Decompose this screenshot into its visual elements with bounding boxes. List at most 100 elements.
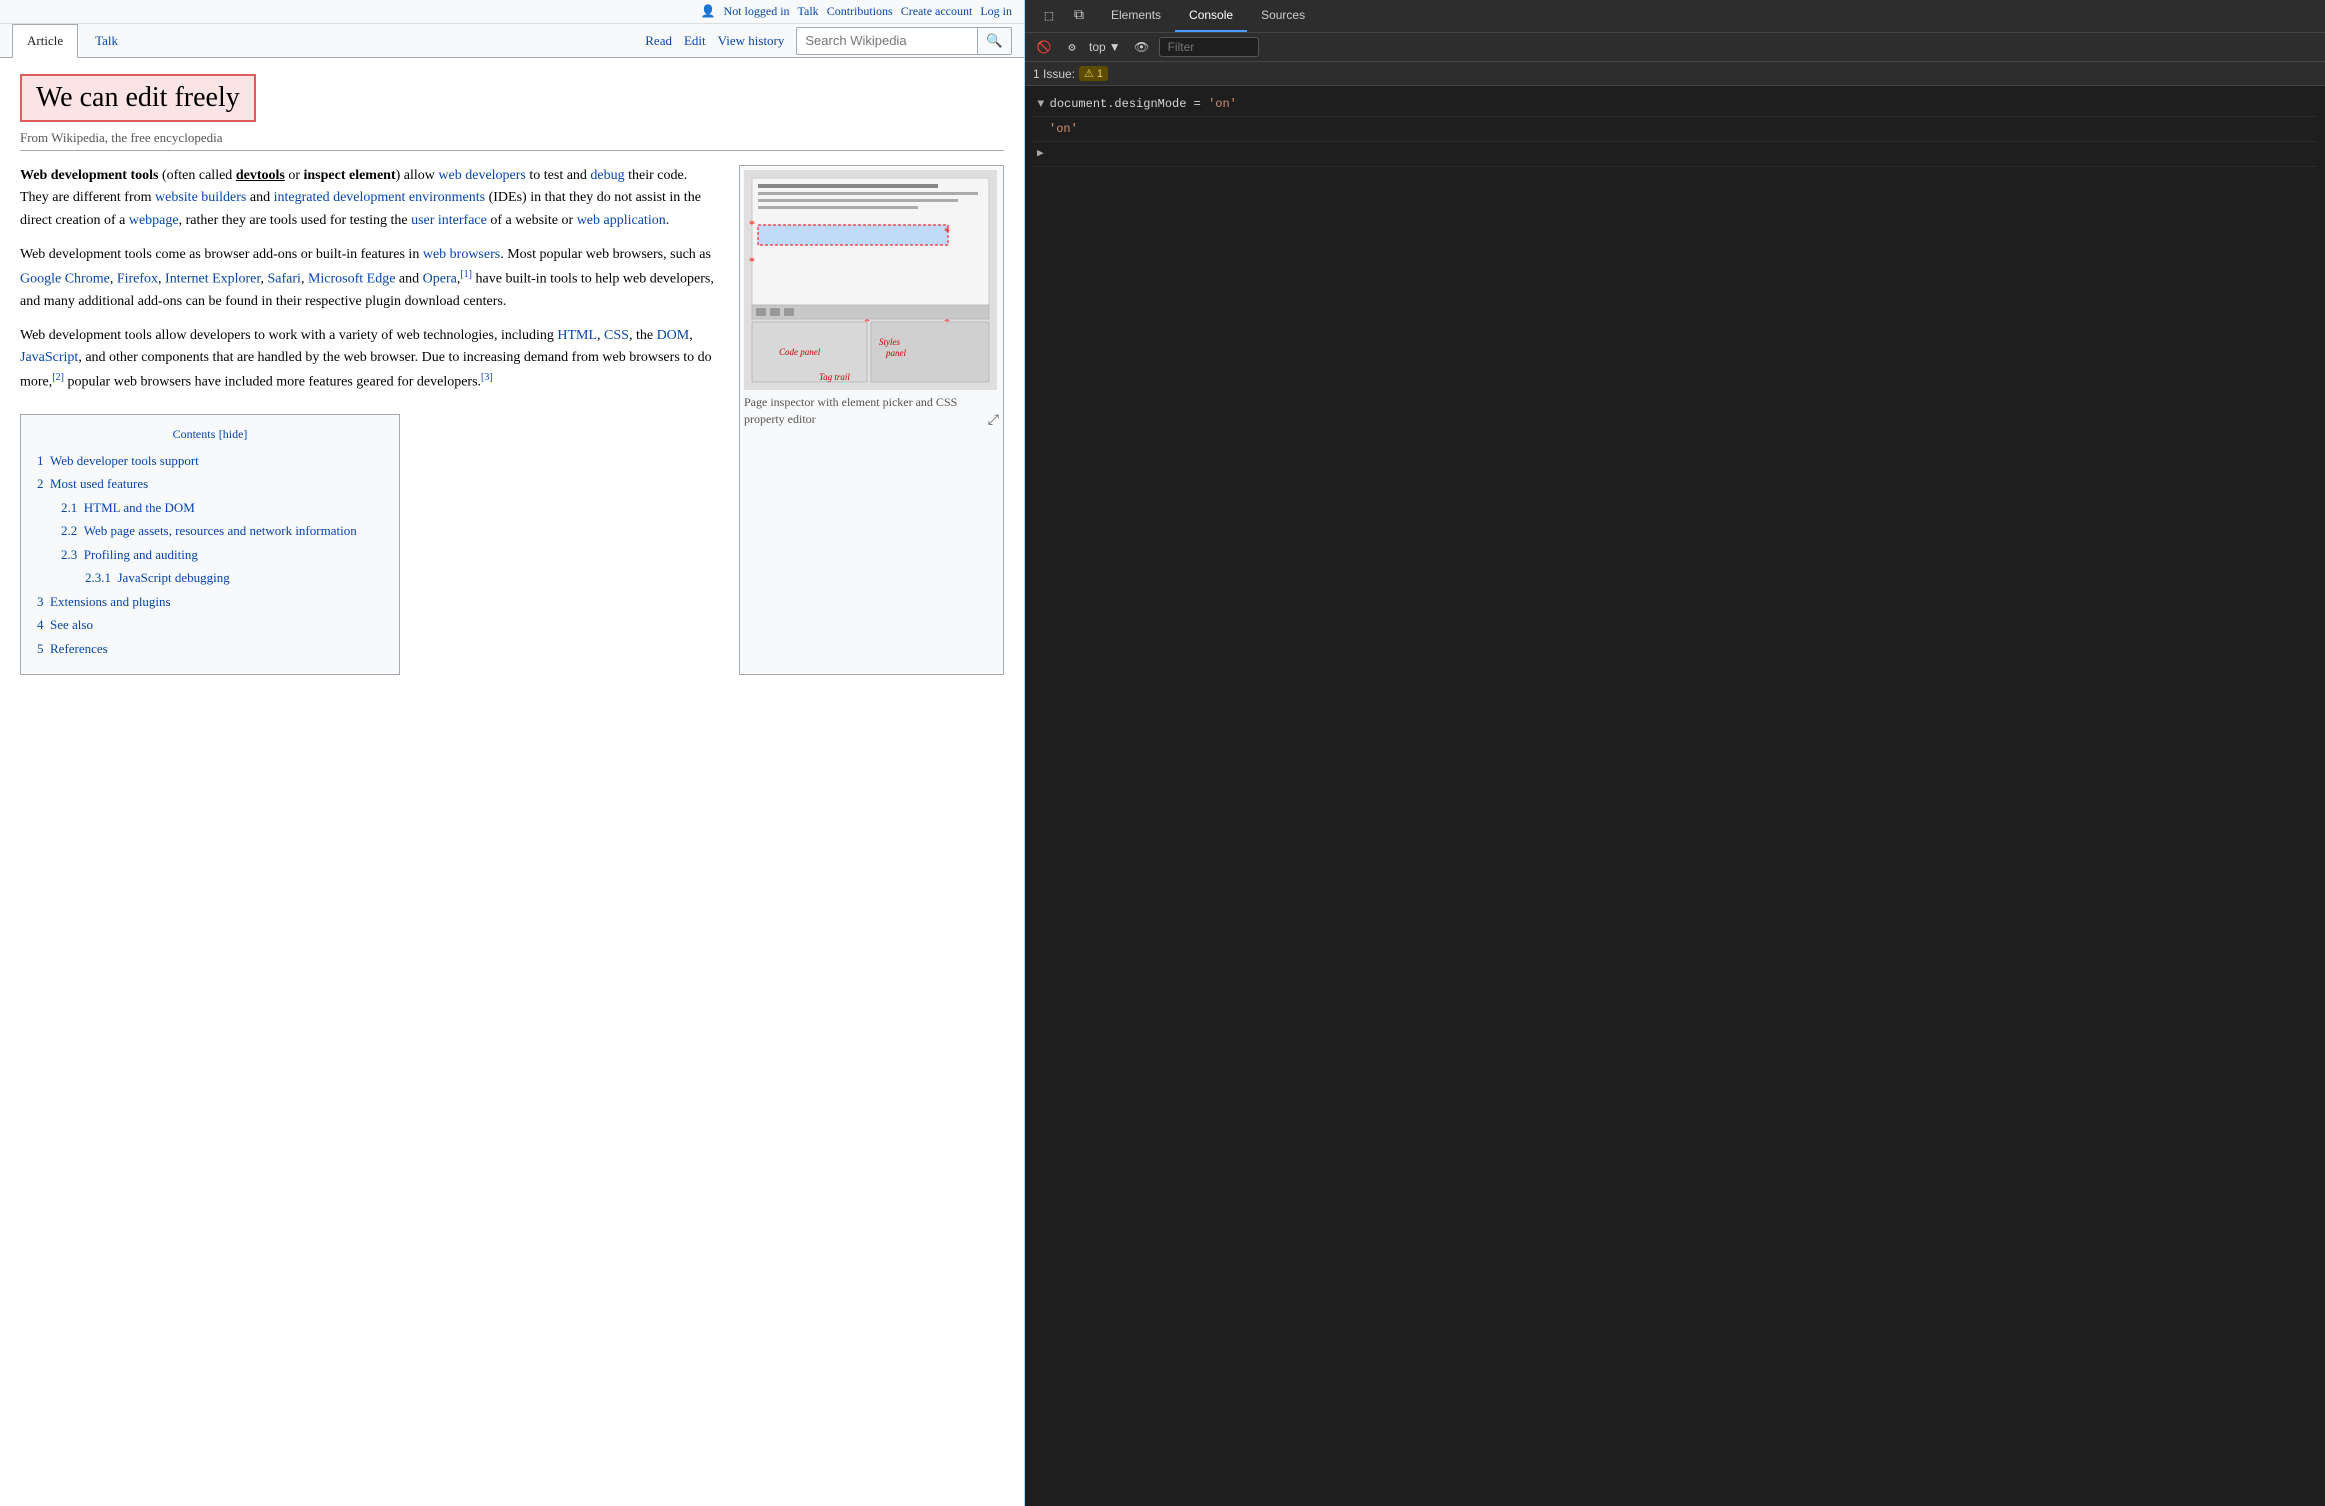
expand-arrow-1[interactable]: ▶ — [1032, 100, 1050, 107]
log-in-link[interactable]: Log in — [980, 4, 1012, 19]
link-ide[interactable]: integrated development environments — [274, 190, 486, 205]
link-opera[interactable]: Opera — [423, 271, 457, 286]
link-chrome[interactable]: Google Chrome — [20, 271, 110, 286]
tab-sources[interactable]: Sources — [1247, 0, 1319, 32]
contents-box: Contents [hide] 1 Web developer tools su… — [20, 414, 400, 676]
dropdown-arrow: ▼ — [1109, 40, 1121, 54]
link-html[interactable]: HTML — [557, 328, 597, 343]
search-button[interactable]: 🔍 — [977, 28, 1011, 54]
devtools-top-toolbar: ⬚ ⧉ Elements Console Sources — [1025, 0, 2325, 33]
list-item: 5 References — [37, 639, 383, 659]
ref-1: [1] — [460, 269, 472, 280]
list-item: 2 Most used features — [37, 474, 383, 494]
not-logged-in-link[interactable]: Not logged in — [724, 4, 790, 19]
link-firefox[interactable]: Firefox — [117, 271, 158, 286]
context-dropdown[interactable]: top ▼ — [1089, 40, 1121, 54]
contents-link-3[interactable]: 3 Extensions and plugins — [37, 594, 171, 609]
edit-link[interactable]: Edit — [684, 33, 706, 49]
create-account-link[interactable]: Create account — [901, 4, 973, 19]
article-image-box: Code panel Styles panel Tag trail * * * … — [739, 165, 1004, 675]
svg-text:Tag trail: Tag trail — [819, 372, 850, 382]
search-input[interactable] — [797, 28, 977, 53]
expand-image-icon[interactable]: ⤢ — [988, 411, 999, 431]
link-css[interactable]: CSS — [604, 328, 629, 343]
issues-bar: 1 Issue: ⚠ 1 — [1025, 62, 2325, 86]
warning-icon: ⚠ — [1084, 67, 1094, 80]
contents-link-23[interactable]: 2.3 Profiling and auditing — [61, 547, 198, 562]
talk-link[interactable]: Talk — [798, 4, 819, 19]
console-line-1: ▶ document.designMode = 'on' — [1033, 92, 2317, 117]
page-title: We can edit freely — [36, 82, 240, 114]
settings-icon[interactable]: ⚙ — [1061, 36, 1083, 58]
view-history-link[interactable]: View history — [718, 33, 785, 49]
expand-arrow-3[interactable]: ▶ — [1037, 145, 1044, 163]
contents-link-21[interactable]: 2.1 HTML and the DOM — [61, 500, 195, 515]
link-js[interactable]: JavaScript — [20, 350, 78, 365]
article-body: Web development tools (often called devt… — [20, 165, 1004, 675]
svg-text:Code panel: Code panel — [779, 347, 821, 357]
link-webapp[interactable]: web application — [577, 213, 666, 228]
issues-label: 1 Issue: — [1033, 67, 1075, 81]
link-ie[interactable]: Internet Explorer — [165, 271, 260, 286]
contents-link-1[interactable]: 1 Web developer tools support — [37, 453, 199, 468]
wikipedia-panel: 👤 Not logged in Talk Contributions Creat… — [0, 0, 1025, 1506]
contents-link-231[interactable]: 2.3.1 JavaScript debugging — [85, 570, 230, 585]
list-item: 4 See also — [37, 615, 383, 635]
tab-elements[interactable]: Elements — [1097, 0, 1175, 32]
svg-text:*: * — [749, 217, 755, 231]
list-item: 1 Web developer tools support — [37, 451, 383, 471]
wiki-content: We can edit freely From Wikipedia, the f… — [0, 58, 1024, 1506]
link-web-browsers[interactable]: web browsers — [423, 247, 500, 262]
svg-text:Styles: Styles — [879, 337, 900, 347]
clear-console-icon[interactable]: 🚫 — [1033, 36, 1055, 58]
link-debug[interactable]: debug — [590, 168, 624, 183]
contents-title: Contents [hide] — [37, 427, 383, 443]
link-webpage[interactable]: webpage — [129, 213, 179, 228]
svg-text:panel: panel — [885, 348, 906, 358]
page-title-wrapper: We can edit freely — [20, 74, 256, 122]
article-text: Web development tools (often called devt… — [20, 165, 719, 675]
user-icon: 👤 — [701, 4, 716, 19]
search-box: 🔍 — [796, 27, 1012, 55]
image-caption: Page inspector with element picker and C… — [744, 394, 999, 428]
top-bar: 👤 Not logged in Talk Contributions Creat… — [0, 0, 1024, 24]
link-safari[interactable]: Safari — [268, 271, 301, 286]
read-link[interactable]: Read — [645, 33, 672, 49]
contents-list: 1 Web developer tools support 2 Most use… — [37, 451, 383, 659]
contents-link-5[interactable]: 5 References — [37, 641, 108, 656]
tab-bar: Article Talk Read Edit View history 🔍 — [0, 24, 1024, 58]
list-item: 2.2 Web page assets, resources and netwo… — [61, 521, 383, 541]
paragraph-3: Web development tools allow developers t… — [20, 325, 719, 394]
context-label: top — [1089, 40, 1106, 54]
devtools-second-toolbar: 🚫 ⚙ top ▼ 👁 — [1025, 33, 2325, 62]
list-item: 2.3.1 JavaScript debugging — [85, 568, 383, 588]
link-dom[interactable]: DOM — [657, 328, 690, 343]
contents-link-2[interactable]: 2 Most used features — [37, 476, 148, 491]
inspector-icon[interactable]: ⬚ — [1037, 4, 1061, 28]
responsive-icon[interactable]: ⧉ — [1067, 4, 1091, 28]
contents-link-22[interactable]: 2.2 Web page assets, resources and netwo… — [61, 523, 357, 538]
contributions-link[interactable]: Contributions — [827, 4, 893, 19]
svg-text:*: * — [944, 224, 950, 238]
contents-link-4[interactable]: 4 See also — [37, 617, 93, 632]
eye-icon[interactable]: 👁 — [1131, 36, 1153, 58]
list-item: 3 Extensions and plugins — [37, 592, 383, 612]
console-output: ▶ document.designMode = 'on' 'on' ▶ — [1025, 86, 2325, 1506]
link-ui[interactable]: user interface — [411, 213, 487, 228]
tab-article[interactable]: Article — [12, 24, 78, 58]
issues-count: 1 — [1097, 68, 1103, 80]
tab-console[interactable]: Console — [1175, 0, 1247, 32]
link-website-builders[interactable]: website builders — [155, 190, 246, 205]
tab-talk[interactable]: Talk — [80, 24, 133, 57]
ref-3: [3] — [481, 372, 493, 383]
link-edge[interactable]: Microsoft Edge — [308, 271, 395, 286]
article-image: Code panel Styles panel Tag trail * * * … — [744, 170, 997, 390]
list-item: 2.1 HTML and the DOM — [61, 498, 383, 518]
paragraph-2: Web development tools come as browser ad… — [20, 244, 719, 313]
console-line-2: 'on' — [1033, 117, 2317, 142]
devtools-panel: ⬚ ⧉ Elements Console Sources 🚫 ⚙ top ▼ 👁… — [1025, 0, 2325, 1506]
contents-hide[interactable]: [hide] — [219, 427, 248, 441]
filter-input[interactable] — [1159, 37, 1259, 57]
issues-badge: ⚠ 1 — [1079, 66, 1108, 81]
link-web-devs[interactable]: web developers — [438, 168, 525, 183]
